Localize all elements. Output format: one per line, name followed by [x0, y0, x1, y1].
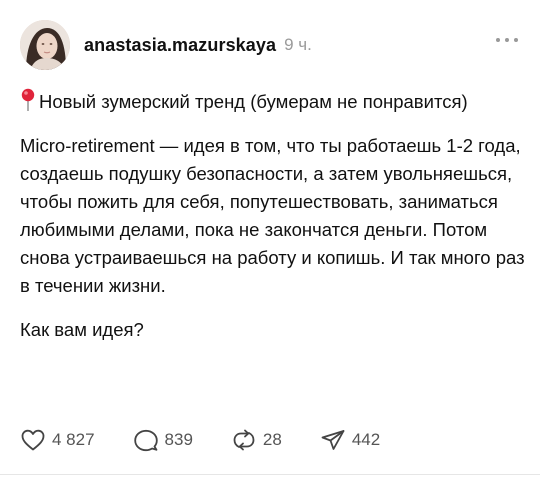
- post-question: Как вам идея?: [20, 319, 144, 340]
- post-paragraph: Micro-retirement — идея в том, что ты ра…: [20, 135, 525, 296]
- repost-arrows-icon: [233, 429, 255, 451]
- post-title: Новый зумерский тренд (бумерам не понрав…: [39, 91, 468, 112]
- share-button[interactable]: 442: [320, 428, 380, 452]
- repost-count: 28: [262, 430, 282, 449]
- heart-icon: [21, 429, 45, 451]
- post-divider: [0, 474, 540, 475]
- comment-count: 839: [164, 430, 193, 449]
- post-title-line: Новый зумерский тренд (бумерам не понрав…: [20, 88, 525, 116]
- comment-button[interactable]: 839: [133, 428, 193, 452]
- repost-button[interactable]: 28: [231, 428, 282, 452]
- post-body: Новый зумерский тренд (бумерам не понрав…: [20, 88, 525, 360]
- round-pushpin-icon: [21, 88, 35, 111]
- avatar-photo: [20, 20, 70, 70]
- share-count: 442: [351, 430, 381, 449]
- post-header: anastasia.mazurskaya 9 ч.: [20, 16, 520, 74]
- author-username[interactable]: anastasia.mazurskaya: [84, 35, 276, 56]
- like-button[interactable]: 4 827: [20, 428, 95, 452]
- like-count: 4 827: [52, 430, 95, 449]
- avatar[interactable]: [20, 20, 70, 70]
- post-time: 9 ч.: [284, 35, 312, 54]
- comment-bubble-icon: [133, 429, 158, 452]
- post-actions: 4 827 839 28 442: [20, 426, 418, 454]
- send-icon: [321, 430, 345, 450]
- thread-post: anastasia.mazurskaya 9 ч. Новый зумерски…: [0, 0, 540, 480]
- more-dots-icon[interactable]: [496, 36, 518, 44]
